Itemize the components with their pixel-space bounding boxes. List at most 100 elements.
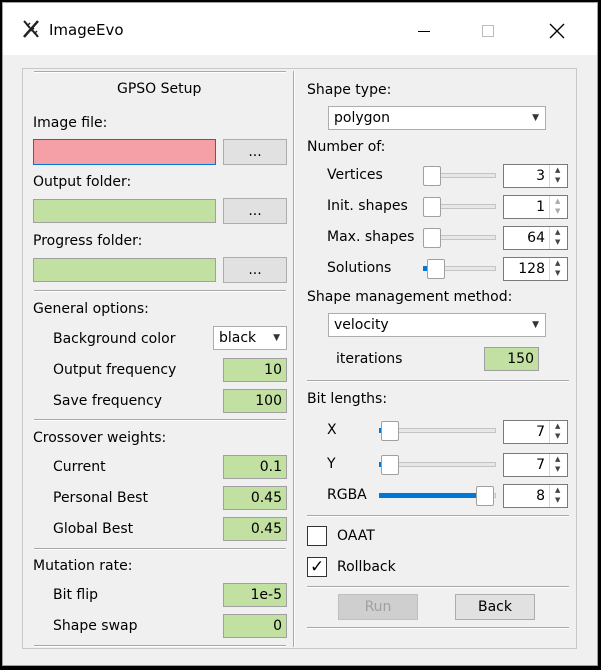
spin-arrows-icon[interactable]: ▲ ▼ bbox=[549, 421, 567, 443]
x-bits-slider[interactable] bbox=[379, 421, 496, 441]
rollback-checkbox[interactable]: ✓ bbox=[307, 557, 327, 577]
slider-handle[interactable] bbox=[381, 421, 399, 441]
init-shapes-label: Init. shapes bbox=[327, 198, 408, 214]
y-bits-spinbox[interactable]: 7 ▲ ▼ bbox=[503, 453, 568, 477]
shape-management-value: velocity bbox=[334, 317, 389, 333]
slider-handle[interactable] bbox=[423, 197, 441, 217]
divider bbox=[34, 645, 286, 647]
shape-type-label: Shape type: bbox=[307, 82, 392, 98]
background-color-select[interactable]: black ▼ bbox=[213, 326, 287, 350]
solutions-spinbox[interactable]: 128 ▲ ▼ bbox=[503, 257, 568, 281]
slider-handle[interactable] bbox=[423, 166, 441, 186]
divider bbox=[307, 380, 569, 382]
number-of-heading: Number of: bbox=[307, 139, 386, 155]
iterations-input[interactable]: 150 bbox=[484, 347, 539, 371]
dna-icon bbox=[23, 20, 39, 38]
rollback-label: Rollback bbox=[337, 559, 396, 575]
vertices-slider[interactable] bbox=[423, 166, 496, 186]
shape-type-select[interactable]: polygon ▼ bbox=[328, 106, 546, 130]
output-frequency-input[interactable]: 10 bbox=[223, 358, 287, 382]
top-divider-left bbox=[34, 71, 286, 73]
shape-management-select[interactable]: velocity ▼ bbox=[328, 313, 546, 337]
solutions-label: Solutions bbox=[327, 260, 392, 276]
y-bits-value: 7 bbox=[536, 457, 545, 473]
slider-handle[interactable] bbox=[381, 455, 399, 475]
main-window: ImageEvo GPSO Setup Image file: ... Outp… bbox=[2, 2, 598, 666]
run-button[interactable]: Run bbox=[338, 594, 418, 620]
oaat-checkbox[interactable] bbox=[307, 526, 327, 546]
maximize-button[interactable] bbox=[465, 13, 511, 49]
slider-handle[interactable] bbox=[476, 486, 494, 506]
minimize-button[interactable] bbox=[401, 13, 447, 49]
divider bbox=[34, 290, 286, 292]
chevron-down-icon: ▼ bbox=[273, 333, 280, 343]
close-button[interactable] bbox=[534, 13, 580, 49]
output-folder-browse-button[interactable]: ... bbox=[223, 198, 287, 224]
init-shapes-spinbox[interactable]: 1 ▲ ▼ bbox=[503, 195, 568, 219]
save-frequency-input[interactable]: 100 bbox=[223, 389, 287, 413]
max-shapes-spinbox[interactable]: 64 ▲ ▼ bbox=[503, 226, 568, 250]
window-content: GPSO Setup Image file: ... Output folder… bbox=[3, 55, 597, 665]
vertices-value: 3 bbox=[536, 168, 545, 184]
y-bits-slider[interactable] bbox=[379, 455, 496, 475]
vertices-spinbox[interactable]: 3 ▲ ▼ bbox=[503, 164, 568, 188]
panel-splitter bbox=[293, 71, 295, 647]
chevron-down-icon: ▼ bbox=[532, 320, 539, 330]
max-shapes-value: 64 bbox=[527, 230, 545, 246]
title-bar: ImageEvo bbox=[3, 3, 597, 55]
global-best-input[interactable]: 0.45 bbox=[223, 517, 287, 541]
section-title: GPSO Setup bbox=[117, 81, 202, 97]
x-bits-label: X bbox=[327, 422, 337, 438]
spin-arrows-icon[interactable]: ▲ ▼ bbox=[549, 165, 567, 187]
progress-folder-input[interactable] bbox=[33, 258, 216, 282]
spin-arrows-icon[interactable]: ▲ ▼ bbox=[549, 485, 567, 507]
setup-frame: GPSO Setup Image file: ... Output folder… bbox=[22, 68, 577, 649]
global-best-label: Global Best bbox=[53, 521, 134, 537]
checkmark-icon: ✓ bbox=[310, 557, 325, 577]
shape-type-value: polygon bbox=[334, 110, 390, 126]
solutions-value: 128 bbox=[518, 261, 545, 277]
oaat-label: OAAT bbox=[337, 528, 375, 544]
back-button[interactable]: Back bbox=[455, 594, 535, 620]
x-bits-spinbox[interactable]: 7 ▲ ▼ bbox=[503, 420, 568, 444]
bit-lengths-heading: Bit lengths: bbox=[307, 391, 388, 407]
shape-swap-label: Shape swap bbox=[53, 618, 138, 634]
maximize-icon bbox=[482, 25, 494, 37]
current-weight-input[interactable]: 0.1 bbox=[223, 455, 287, 479]
shape-swap-input[interactable]: 0 bbox=[223, 614, 287, 638]
solutions-slider[interactable] bbox=[423, 259, 496, 279]
slider-handle[interactable] bbox=[423, 228, 441, 248]
divider bbox=[34, 419, 286, 421]
image-file-input[interactable] bbox=[33, 139, 216, 165]
iterations-label: iterations bbox=[336, 351, 403, 367]
max-shapes-slider[interactable] bbox=[423, 228, 496, 248]
rgba-bits-value: 8 bbox=[536, 488, 545, 504]
close-icon bbox=[549, 23, 565, 39]
rgba-bits-spinbox[interactable]: 8 ▲ ▼ bbox=[503, 484, 568, 508]
spin-arrows-icon[interactable]: ▲ ▼ bbox=[549, 258, 567, 280]
slider-handle[interactable] bbox=[427, 259, 445, 279]
spin-arrows-icon[interactable]: ▲ ▼ bbox=[549, 227, 567, 249]
divider bbox=[307, 627, 569, 629]
background-color-value: black bbox=[219, 330, 257, 346]
progress-folder-browse-button[interactable]: ... bbox=[223, 257, 287, 283]
spin-arrows-icon[interactable]: ▲ ▼ bbox=[549, 196, 567, 218]
mutation-rate-heading: Mutation rate: bbox=[33, 558, 133, 574]
init-shapes-slider[interactable] bbox=[423, 197, 496, 217]
image-file-browse-button[interactable]: ... bbox=[223, 139, 287, 165]
bit-flip-input[interactable]: 1e-5 bbox=[223, 583, 287, 607]
output-folder-input[interactable] bbox=[33, 199, 216, 223]
image-file-label: Image file: bbox=[33, 115, 108, 131]
rgba-bits-label: RGBA bbox=[327, 487, 367, 503]
shape-management-label: Shape management method: bbox=[307, 289, 513, 305]
spin-arrows-icon[interactable]: ▲ ▼ bbox=[549, 454, 567, 476]
output-frequency-label: Output frequency bbox=[53, 362, 177, 378]
divider bbox=[34, 548, 286, 550]
y-bits-label: Y bbox=[327, 456, 336, 472]
crossover-weights-heading: Crossover weights: bbox=[33, 430, 167, 446]
personal-best-input[interactable]: 0.45 bbox=[223, 486, 287, 510]
bit-flip-label: Bit flip bbox=[53, 587, 99, 603]
progress-folder-label: Progress folder: bbox=[33, 233, 143, 249]
window-title: ImageEvo bbox=[49, 21, 124, 39]
rgba-bits-slider[interactable] bbox=[379, 486, 496, 506]
